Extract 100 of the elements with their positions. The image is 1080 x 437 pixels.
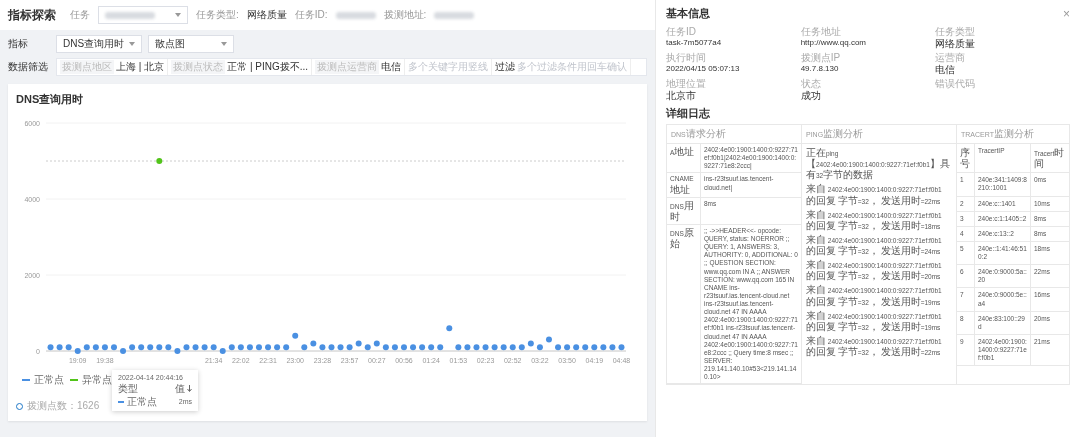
field-label: 任务ID: [294, 8, 328, 22]
data-point [591, 344, 598, 351]
data-point [56, 344, 63, 351]
data-point [428, 344, 435, 351]
data-point [337, 344, 344, 351]
data-point [156, 158, 163, 164]
data-point [129, 344, 136, 351]
data-point [192, 344, 199, 351]
drawer-title: 基本信息 [666, 6, 710, 21]
info-label: 任务ID [666, 26, 697, 38]
row-label: 指标 [8, 37, 29, 51]
data-point [228, 344, 235, 351]
data-point [391, 344, 398, 351]
info-label: 拨测点IP [800, 52, 842, 64]
caret-icon [129, 42, 135, 46]
data-point [156, 344, 163, 351]
data-point [618, 344, 625, 351]
data-point [500, 344, 507, 351]
info-value: 49.7.8.130 [800, 63, 840, 74]
data-point [346, 344, 353, 351]
data-point [482, 344, 489, 351]
data-point [110, 344, 117, 351]
info-value: 电信 [935, 63, 957, 76]
info-label: 任务类型 [935, 26, 977, 38]
data-point [265, 344, 272, 351]
tooltip-header: 类型 [118, 383, 138, 394]
info-label: 状态 [800, 78, 822, 90]
row-label: 数据筛选 [8, 60, 49, 74]
data-point [255, 344, 262, 351]
data-point [101, 344, 108, 351]
info-value: 2022/04/15 05:07:13 [666, 63, 741, 74]
data-point [600, 344, 607, 351]
data-point [382, 344, 389, 351]
data-point [527, 340, 534, 347]
data-point [65, 344, 72, 351]
chart-type-select[interactable]: 散点图 [148, 35, 234, 53]
caret-icon [221, 42, 227, 46]
field-label: 拨测地址: [383, 8, 427, 22]
data-point [491, 344, 498, 351]
field-label: 任务 [70, 8, 90, 22]
task-type-value: 网络质量 [246, 8, 287, 22]
data-point [183, 344, 190, 351]
legend-item[interactable]: 异常点 [70, 373, 112, 387]
redacted-value [434, 11, 475, 19]
data-point [274, 344, 281, 351]
data-point [355, 340, 362, 347]
caret-icon [175, 13, 181, 17]
point-count: 拨测点数：1626 [27, 399, 100, 413]
data-point [473, 344, 480, 351]
data-point [237, 344, 244, 351]
data-point [147, 344, 154, 351]
redacted-value [335, 11, 376, 19]
data-point [455, 344, 462, 351]
sort-icon[interactable] [187, 385, 192, 392]
data-point [292, 332, 299, 339]
data-point [509, 344, 516, 351]
data-point [174, 348, 181, 354]
data-point [74, 348, 81, 354]
info-label: 执行时间 [666, 52, 707, 64]
data-point [410, 344, 417, 351]
data-point [210, 344, 217, 351]
data-point [219, 348, 226, 354]
data-point [518, 344, 525, 351]
data-point [536, 344, 543, 351]
data-point [301, 344, 308, 351]
info-value: 北京市 [666, 89, 697, 102]
data-point [419, 344, 426, 351]
data-point [373, 340, 380, 347]
info-label: 运营商 [935, 52, 967, 64]
info-value: http://www.qq.com [800, 37, 867, 48]
data-point [564, 344, 571, 351]
data-point [364, 344, 371, 351]
data-point [545, 336, 552, 343]
tooltip-header: 值 [175, 383, 185, 394]
page-title: 指标探索 [8, 6, 56, 24]
info-label: 错误代码 [935, 78, 977, 90]
data-point [120, 348, 127, 354]
data-point [437, 344, 444, 351]
info-label: 任务地址 [800, 26, 842, 38]
data-point [464, 344, 471, 351]
info-value: 成功 [800, 89, 822, 102]
data-point [573, 344, 580, 351]
data-point [319, 344, 326, 351]
data-point [283, 344, 290, 351]
data-point [165, 344, 172, 351]
field-label: 任务类型: [196, 8, 239, 22]
data-point [555, 344, 562, 351]
data-point [138, 344, 145, 351]
info-label: 地理位置 [666, 78, 707, 90]
section-title: 详细日志 [666, 106, 711, 122]
metric-select[interactable]: DNS查询用时 [56, 35, 142, 53]
data-point [246, 344, 253, 351]
data-point [47, 344, 54, 351]
data-point [328, 344, 335, 351]
data-point [446, 325, 453, 332]
legend-item[interactable]: 正常点 [22, 373, 64, 387]
data-point [609, 344, 616, 351]
chart-title: DNS查询用时 [16, 92, 85, 107]
info-value: 网络质量 [935, 37, 977, 50]
info-value: task-7m5077a4 [666, 37, 723, 48]
